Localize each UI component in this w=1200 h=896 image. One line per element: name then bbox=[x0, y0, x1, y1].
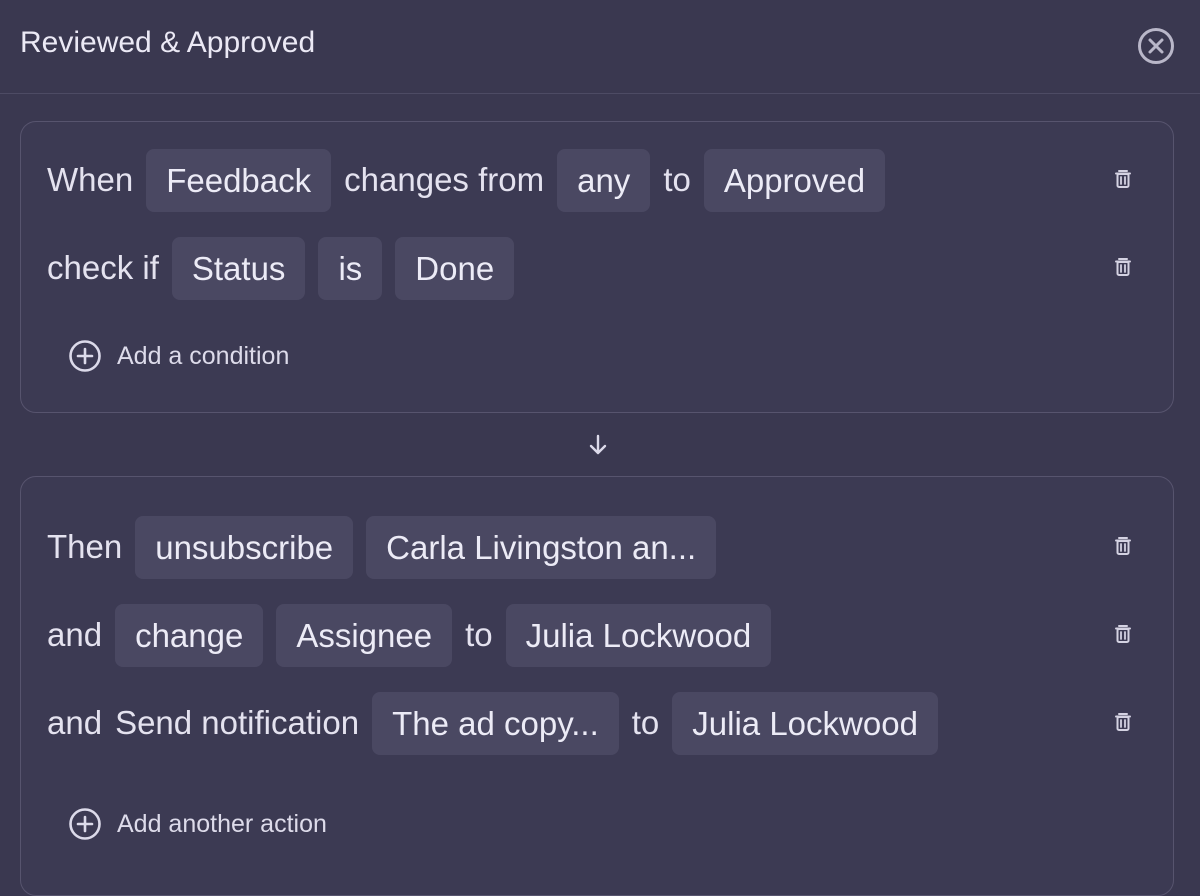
action-row: Then unsubscribe Carla Livingston an... bbox=[47, 515, 717, 579]
trigger-to-chip[interactable]: Approved bbox=[703, 148, 886, 212]
trash-icon bbox=[1115, 258, 1131, 276]
add-action-label: Add another action bbox=[117, 809, 327, 838]
action-prefix: Then bbox=[47, 528, 123, 565]
trash-icon bbox=[1115, 713, 1131, 731]
dialog-title: Reviewed & Approved bbox=[20, 26, 316, 59]
dialog-header: Reviewed & Approved bbox=[0, 0, 1200, 94]
arrow-down-icon bbox=[589, 434, 607, 455]
action-connector: to bbox=[465, 616, 493, 653]
trigger-to-word: to bbox=[663, 161, 691, 198]
action-row: and Send notification The ad copy... to … bbox=[47, 691, 938, 755]
action-row: and change Assignee to Julia Lockwood bbox=[47, 603, 772, 667]
delete-condition-button[interactable] bbox=[1111, 255, 1135, 279]
condition-row: check if Status is Done bbox=[47, 236, 515, 300]
trash-icon bbox=[1115, 537, 1131, 555]
delete-action-button[interactable] bbox=[1111, 622, 1135, 646]
plus-circle-icon bbox=[69, 808, 101, 840]
action-type-chip[interactable]: unsubscribe bbox=[135, 515, 354, 579]
add-action-button[interactable]: Add another action bbox=[68, 806, 327, 842]
condition-prefix: check if bbox=[47, 249, 159, 286]
condition-operator-chip[interactable]: is bbox=[318, 236, 383, 300]
plus-circle-icon bbox=[69, 340, 101, 372]
actions-card: Then unsubscribe Carla Livingston an... … bbox=[20, 476, 1174, 896]
trigger-prefix: When bbox=[47, 161, 134, 198]
action-recipient-chip[interactable]: Julia Lockwood bbox=[672, 691, 938, 755]
flow-arrow bbox=[586, 433, 610, 457]
action-prefix: and bbox=[47, 616, 103, 653]
trigger-field-chip[interactable]: Feedback bbox=[146, 148, 332, 212]
action-target-chip[interactable]: Carla Livingston an... bbox=[366, 515, 717, 579]
trigger-connector: changes from bbox=[344, 161, 545, 198]
action-value-chip[interactable]: Julia Lockwood bbox=[505, 603, 772, 667]
condition-field-chip[interactable]: Status bbox=[171, 236, 306, 300]
action-message-chip[interactable]: The ad copy... bbox=[372, 691, 619, 755]
action-type-text: Send notification bbox=[115, 704, 360, 741]
add-condition-button[interactable]: Add a condition bbox=[68, 338, 289, 374]
delete-action-button[interactable] bbox=[1111, 534, 1135, 558]
close-button[interactable] bbox=[1137, 27, 1175, 65]
action-connector: to bbox=[631, 704, 660, 741]
condition-value-chip[interactable]: Done bbox=[395, 236, 515, 300]
trigger-row: When Feedback changes from any to Approv… bbox=[47, 148, 886, 212]
add-condition-label: Add a condition bbox=[117, 341, 290, 370]
trash-icon bbox=[1115, 625, 1131, 643]
action-field-chip[interactable]: Assignee bbox=[276, 603, 453, 667]
delete-action-button[interactable] bbox=[1111, 710, 1135, 734]
trash-icon bbox=[1115, 170, 1131, 188]
action-prefix: and bbox=[47, 704, 103, 741]
trigger-from-chip[interactable]: any bbox=[557, 148, 651, 212]
trigger-card: When Feedback changes from any to Approv… bbox=[20, 121, 1174, 413]
close-circle-icon bbox=[1138, 28, 1174, 64]
delete-trigger-button[interactable] bbox=[1111, 167, 1135, 191]
action-type-chip[interactable]: change bbox=[115, 603, 264, 667]
